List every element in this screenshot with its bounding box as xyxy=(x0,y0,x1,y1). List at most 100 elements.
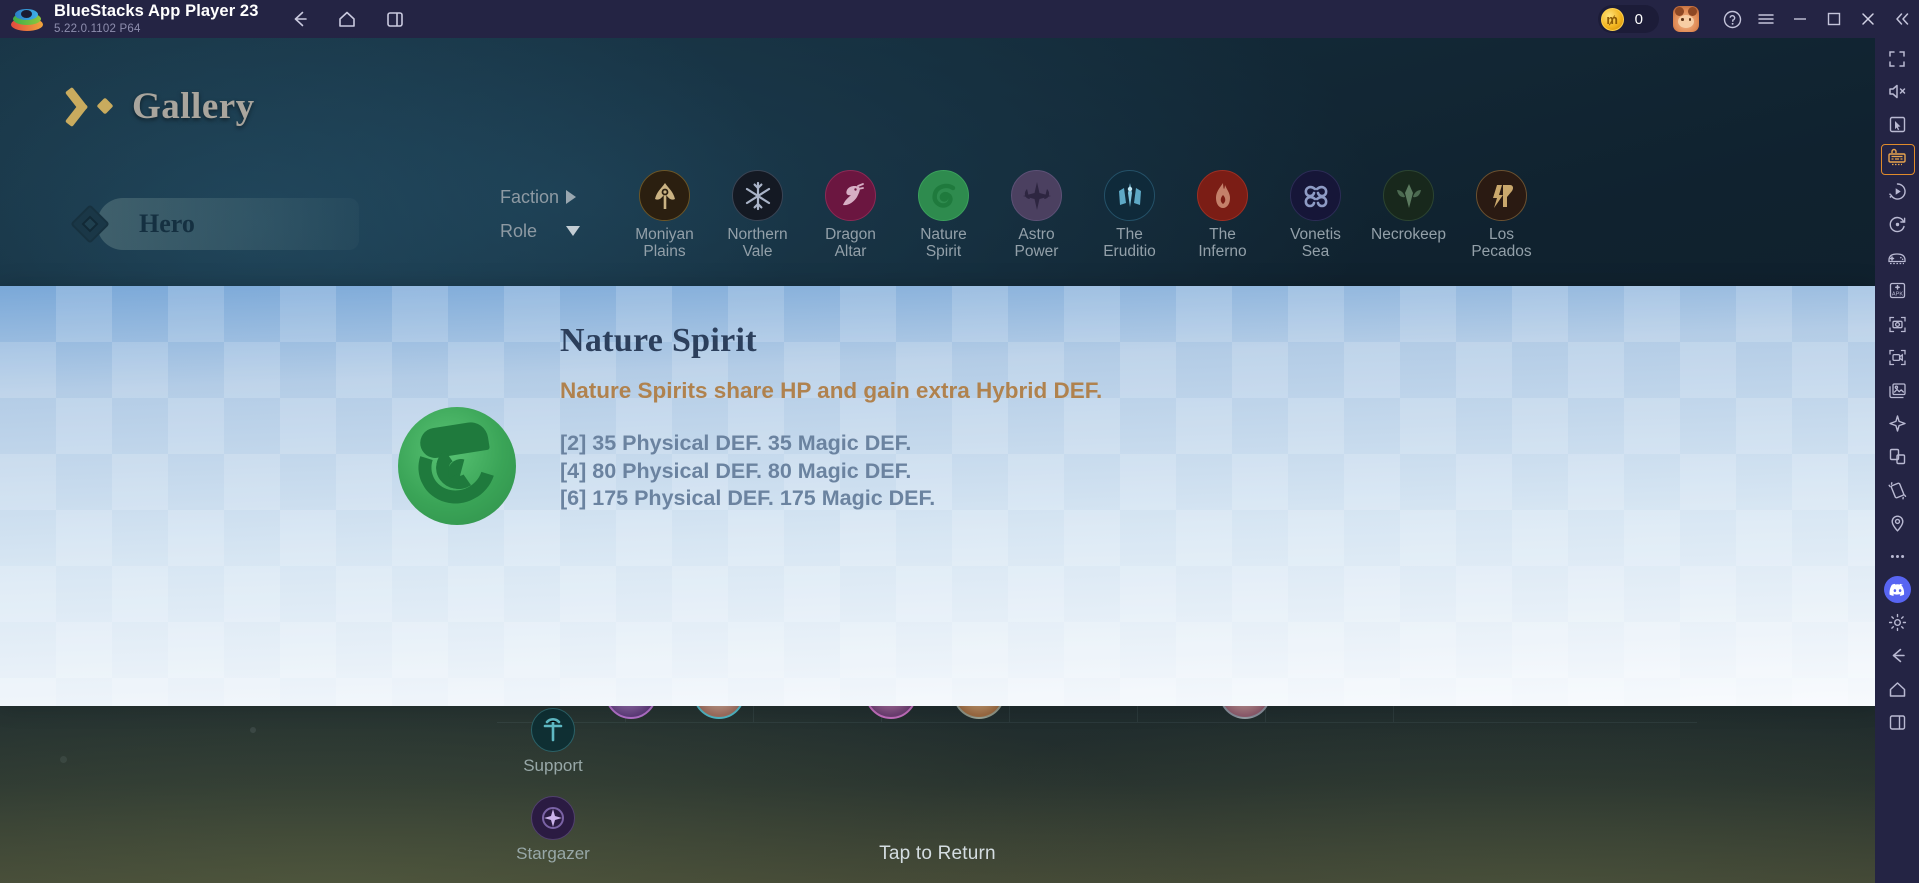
filter-labels: Faction Role xyxy=(500,180,580,248)
android-recents-icon[interactable] xyxy=(1875,706,1919,739)
back-icon[interactable] xyxy=(286,6,312,32)
stat-line: [2] 35 Physical DEF. 35 Magic DEF. xyxy=(560,431,912,455)
faction-label: Astro Power xyxy=(1014,226,1059,260)
record-video-icon[interactable] xyxy=(1875,341,1919,374)
snowflake-icon xyxy=(732,170,783,221)
android-back-icon[interactable] xyxy=(1875,639,1919,672)
faction-nature-spirit[interactable]: Nature Spirit xyxy=(897,170,990,260)
help-circle-icon[interactable] xyxy=(1715,0,1749,38)
role-label: Support xyxy=(523,756,583,775)
faction-label: The Inferno xyxy=(1198,226,1247,260)
media-manager-icon[interactable] xyxy=(1875,374,1919,407)
overlay-stats-list: [2] 35 Physical DEF. 35 Magic DEF. [4] 8… xyxy=(560,430,935,513)
screenshot-icon[interactable] xyxy=(1875,308,1919,341)
coin-count: 0 xyxy=(1634,10,1643,28)
gallery-header: Gallery xyxy=(64,85,255,128)
moniyan-plains-crest-icon xyxy=(639,170,690,221)
shake-tilt-icon[interactable] xyxy=(1875,473,1919,506)
faction-los-pecados[interactable]: Los Pecados xyxy=(1455,170,1548,260)
vonetis-knot-icon xyxy=(1290,170,1341,221)
app-title: BlueStacks App Player 23 xyxy=(54,2,259,21)
macro-play-icon[interactable] xyxy=(1875,175,1919,208)
faction-strip: Moniyan Plains Northern Vale Dragon Altar xyxy=(618,170,1548,260)
app-version: 5.22.0.1102 P64 xyxy=(54,22,141,35)
filter-role[interactable]: Role xyxy=(500,214,580,248)
android-home-icon[interactable] xyxy=(1875,673,1919,706)
faction-moniyan-plains[interactable]: Moniyan Plains xyxy=(618,170,711,260)
maximize-icon[interactable] xyxy=(1817,0,1851,38)
cursor-pointer-icon[interactable] xyxy=(1875,108,1919,141)
eruditio-tower-icon xyxy=(1104,170,1155,221)
stat-line: [6] 175 Physical DEF. 175 Magic DEF. xyxy=(560,486,936,510)
titlebar-nav-group xyxy=(286,6,408,32)
tab-hero-label: Hero xyxy=(139,209,195,238)
tab-hero[interactable]: Hero xyxy=(70,198,359,250)
minimize-icon[interactable] xyxy=(1783,0,1817,38)
role-support[interactable]: Support xyxy=(489,708,617,776)
faction-vonetis-sea[interactable]: Vonetis Sea xyxy=(1269,170,1362,260)
los-pecados-bolt-icon xyxy=(1476,170,1527,221)
faction-label: Nature Spirit xyxy=(920,226,967,260)
faction-label: Moniyan Plains xyxy=(635,226,694,260)
triangle-right-icon xyxy=(566,190,576,204)
coin-badge[interactable]: ₥ 0 xyxy=(1597,5,1659,33)
multi-instance-manager-icon[interactable] xyxy=(1875,440,1919,473)
coin-icon: ₥ xyxy=(1600,7,1624,31)
faction-label: Necrokeep xyxy=(1371,226,1446,243)
stargazer-star-icon xyxy=(531,796,575,840)
location-pin-icon[interactable] xyxy=(1875,507,1919,540)
faction-the-inferno[interactable]: The Inferno xyxy=(1176,170,1269,260)
discord-icon[interactable] xyxy=(1875,573,1919,606)
app-window: BlueStacks App Player 23 5.22.0.1102 P64… xyxy=(0,0,1919,883)
faction-label: The Eruditio xyxy=(1103,226,1156,260)
rotate-screen-icon[interactable] xyxy=(1875,208,1919,241)
gamepad-icon[interactable] xyxy=(1875,241,1919,274)
hamburger-menu-icon[interactable] xyxy=(1749,0,1783,38)
faction-label: Los Pecados xyxy=(1471,226,1532,260)
install-apk-icon[interactable]: APK xyxy=(1875,274,1919,307)
fullscreen-icon[interactable] xyxy=(1875,42,1919,75)
faction-dragon-altar[interactable]: Dragon Altar xyxy=(804,170,897,260)
dragon-icon xyxy=(825,170,876,221)
settings-gear-icon[interactable] xyxy=(1875,606,1919,639)
titlebar-right-controls: ₥ 0 xyxy=(1597,0,1919,38)
nature-spiral-icon xyxy=(918,170,969,221)
faction-astro-power[interactable]: Astro Power xyxy=(990,170,1083,260)
volume-mute-icon[interactable] xyxy=(1875,75,1919,108)
faction-the-eruditio[interactable]: The Eruditio xyxy=(1083,170,1176,260)
user-avatar-bear[interactable] xyxy=(1673,6,1699,32)
diamond-icon xyxy=(69,203,111,245)
faction-necrokeep[interactable]: Necrokeep xyxy=(1362,170,1455,260)
support-cross-icon xyxy=(531,708,575,752)
multi-instance-icon[interactable] xyxy=(382,6,408,32)
double-chevron-left-icon[interactable] xyxy=(1885,0,1919,38)
bluestacks-sidebar: APK xyxy=(1875,38,1919,883)
nature-spirit-emblem-icon xyxy=(398,407,516,525)
faction-label: Northern Vale xyxy=(727,226,788,260)
svg-text:APK: APK xyxy=(1891,292,1902,298)
overlay-subtitle: Nature Spirits share HP and gain extra H… xyxy=(560,378,1103,403)
astro-star-icon xyxy=(1011,170,1062,221)
home-icon[interactable] xyxy=(334,6,360,32)
faction-label: Vonetis Sea xyxy=(1290,226,1341,260)
eco-mode-icon[interactable] xyxy=(1875,407,1919,440)
overlay-content: Nature Spirit Nature Spirits share HP an… xyxy=(0,286,1875,706)
filter-role-label: Role xyxy=(500,220,538,241)
faction-detail-overlay[interactable]: Nature Spirit Nature Spirits share HP an… xyxy=(0,286,1875,706)
gallery-back-chevron-icon[interactable] xyxy=(64,86,116,128)
bluestacks-logo-icon xyxy=(10,4,44,34)
game-viewport[interactable]: Gallery Hero Faction Role Moniyan Plains… xyxy=(0,38,1875,883)
keyboard-controls-icon[interactable] xyxy=(1875,142,1919,175)
close-icon[interactable] xyxy=(1851,0,1885,38)
triangle-down-icon xyxy=(566,226,580,236)
titlebar: BlueStacks App Player 23 5.22.0.1102 P64… xyxy=(0,0,1919,38)
title-block: BlueStacks App Player 23 5.22.0.1102 P64 xyxy=(54,2,259,35)
tap-to-return-hint[interactable]: Tap to Return xyxy=(0,843,1875,865)
more-options-icon[interactable] xyxy=(1875,540,1919,573)
flame-icon xyxy=(1197,170,1248,221)
faction-northern-vale[interactable]: Northern Vale xyxy=(711,170,804,260)
stat-line: [4] 80 Physical DEF. 80 Magic DEF. xyxy=(560,458,912,483)
filter-faction[interactable]: Faction xyxy=(500,180,580,214)
overlay-title: Nature Spirit xyxy=(560,322,757,359)
filter-faction-label: Faction xyxy=(500,186,560,207)
